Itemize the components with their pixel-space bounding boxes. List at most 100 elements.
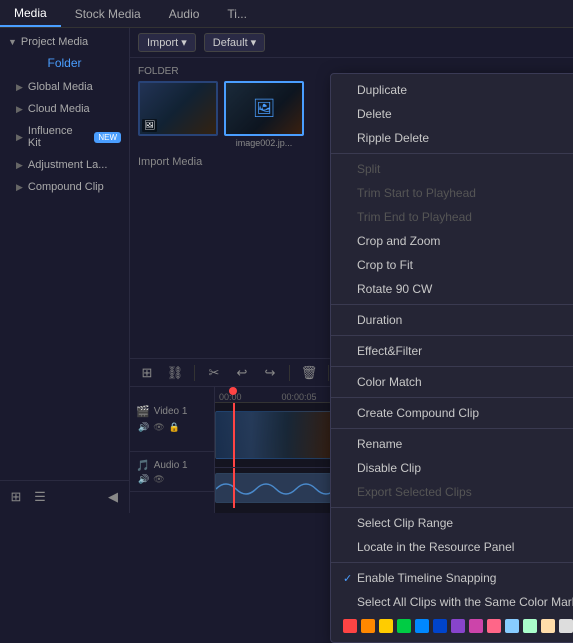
menu-item-color-match[interactable]: Color Match Alt+M	[331, 370, 573, 394]
sidebar-item-adjustment[interactable]: ▶ Adjustment La...	[0, 154, 129, 176]
menu-item-split: Split Ctrl+B	[331, 157, 573, 181]
arrow-icon: ▶	[16, 82, 23, 93]
arrow-icon: ▶	[16, 132, 23, 143]
timeline-cut-icon[interactable]: ✂	[203, 362, 225, 384]
sidebar-item-global-media[interactable]: ▶ Global Media	[0, 76, 129, 98]
menu-item-rotate[interactable]: Rotate 90 CW Ctrl+Alt+Right	[331, 277, 573, 301]
menu-item-disable-clip[interactable]: Disable Clip E	[331, 456, 573, 480]
menu-item-duplicate[interactable]: Duplicate Ctrl+D	[331, 78, 573, 102]
swatch-sky-blue[interactable]	[505, 619, 519, 633]
image-type-icon: 🖼	[142, 119, 157, 132]
video-playhead	[233, 403, 235, 467]
new-badge: NEW	[94, 132, 121, 143]
timeline-link-icon[interactable]: ⛓	[164, 362, 186, 384]
toolbar-separator	[194, 365, 195, 381]
menu-sep-1	[331, 153, 573, 154]
menu-item-crop-fit[interactable]: Crop to Fit Alt+F	[331, 253, 573, 277]
menu-sep-4	[331, 366, 573, 367]
list-view-icon[interactable]: ☰	[30, 487, 50, 507]
color-swatches-row	[331, 614, 573, 638]
menu-item-export-selected: Export Selected Clips	[331, 480, 573, 504]
swatch-orange[interactable]	[361, 619, 375, 633]
menu-item-crop-zoom[interactable]: Crop and Zoom Alt+C	[331, 229, 573, 253]
tab-audio[interactable]: Audio	[155, 0, 214, 27]
menu-item-trim-end: Trim End to Playhead Alt+]	[331, 205, 573, 229]
menu-item-effect-filter[interactable]: Effect&Filter ▶	[331, 339, 573, 363]
menu-sep-6	[331, 428, 573, 429]
swatch-mint[interactable]	[523, 619, 537, 633]
tab-stock-media[interactable]: Stock Media	[61, 0, 155, 27]
menu-item-delete[interactable]: Delete Del	[331, 102, 573, 126]
menu-item-select-clip-range[interactable]: Select Clip Range X	[331, 511, 573, 535]
timeline-delete-icon[interactable]: 🗑	[298, 362, 320, 384]
playhead-circle	[229, 387, 237, 395]
swatch-peach[interactable]	[541, 619, 555, 633]
main-layout: ▼ Project Media Folder ▶ Global Media ▶ …	[0, 28, 573, 513]
media-item[interactable]: 🖼	[138, 81, 218, 148]
menu-item-select-same-color[interactable]: Select All Clips with the Same Color Mar…	[331, 590, 573, 614]
media-filename: image002.jp...	[236, 138, 293, 148]
menu-item-rename[interactable]: Rename	[331, 432, 573, 456]
grid-view-icon[interactable]: ⊞	[6, 487, 26, 507]
timeline-undo-icon[interactable]: ↩	[231, 362, 253, 384]
menu-sep-5	[331, 397, 573, 398]
tab-bar: Media Stock Media Audio Ti...	[0, 0, 573, 28]
toolbar-separator-3	[328, 365, 329, 381]
swatch-yellow[interactable]	[379, 619, 393, 633]
eye-icon[interactable]: 👁	[153, 422, 164, 433]
menu-sep-7	[331, 507, 573, 508]
menu-item-duration[interactable]: Duration	[331, 308, 573, 332]
menu-sep-8	[331, 562, 573, 563]
sidebar-item-influence-kit[interactable]: ▶ Influence Kit NEW	[0, 120, 129, 154]
sidebar-bottom: ⊞ ☰ ◀	[0, 480, 129, 513]
chevron-left-icon[interactable]: ◀	[103, 487, 123, 507]
menu-item-trim-start: Trim Start to Playhead Alt+[	[331, 181, 573, 205]
tab-title[interactable]: Ti...	[213, 0, 261, 27]
video-track-label: 🎬 Video 1 🔊 👁 🔒	[130, 387, 214, 452]
sidebar-item-cloud-media[interactable]: ▶ Cloud Media	[0, 98, 129, 120]
default-button[interactable]: Default ▾	[204, 33, 265, 52]
audio-icon: 🎵	[136, 459, 150, 472]
sidebar-item-compound-clip[interactable]: ▶ Compound Clip	[0, 176, 129, 198]
audio-volume-icon[interactable]: 🔊	[138, 474, 149, 485]
audio-eye-icon[interactable]: 👁	[153, 474, 164, 485]
time-mark-1: 00:00:05	[282, 392, 317, 402]
media-item-selected[interactable]: 🖼 image002.jp...	[224, 81, 304, 148]
menu-sep-2	[331, 304, 573, 305]
menu-item-enable-snapping[interactable]: ✓ Enable Timeline Snapping N	[331, 566, 573, 590]
arrow-icon: ▶	[16, 104, 23, 115]
swatch-dark-blue[interactable]	[433, 619, 447, 633]
volume-icon[interactable]: 🔊	[138, 422, 149, 433]
project-arrow-icon: ▼	[8, 37, 17, 47]
timeline-redo-icon[interactable]: ↪	[259, 362, 281, 384]
content-area: Import ▾ Default ▾ FOLDER 🖼	[130, 28, 573, 513]
swatch-purple[interactable]	[451, 619, 465, 633]
tab-media[interactable]: Media	[0, 0, 61, 27]
audio-track-label: 🎵 Audio 1 🔊 👁	[130, 452, 214, 492]
import-button[interactable]: Import ▾	[138, 33, 196, 52]
track-labels: 🎬 Video 1 🔊 👁 🔒	[130, 387, 215, 513]
content-topbar: Import ▾ Default ▾	[130, 28, 573, 58]
menu-item-create-compound[interactable]: Create Compound Clip Alt+G	[331, 401, 573, 425]
menu-item-locate-resource[interactable]: Locate in the Resource Panel	[331, 535, 573, 559]
swatch-pink[interactable]	[469, 619, 483, 633]
sidebar-project-media[interactable]: ▼ Project Media	[0, 32, 129, 52]
lock-icon[interactable]: 🔒	[169, 422, 180, 433]
swatch-green[interactable]	[397, 619, 411, 633]
swatch-light-pink[interactable]	[487, 619, 501, 633]
timeline-add-icon[interactable]: ⊞	[136, 362, 158, 384]
toolbar-separator-2	[289, 365, 290, 381]
swatch-red[interactable]	[343, 619, 357, 633]
audio-playhead	[233, 468, 235, 508]
sidebar-folder[interactable]: Folder	[0, 52, 129, 76]
menu-item-ripple-delete[interactable]: Ripple Delete Shift+Del	[331, 126, 573, 150]
swatch-white[interactable]	[559, 619, 573, 633]
swatch-blue[interactable]	[415, 619, 429, 633]
arrow-icon: ▶	[16, 160, 23, 171]
menu-sep-3	[331, 335, 573, 336]
sidebar: ▼ Project Media Folder ▶ Global Media ▶ …	[0, 28, 130, 513]
video-icon: 🎬	[136, 405, 150, 418]
arrow-icon: ▶	[16, 182, 23, 193]
context-menu: Duplicate Ctrl+D Delete Del Ripple Delet…	[330, 73, 573, 643]
check-icon: ✓	[343, 572, 357, 585]
